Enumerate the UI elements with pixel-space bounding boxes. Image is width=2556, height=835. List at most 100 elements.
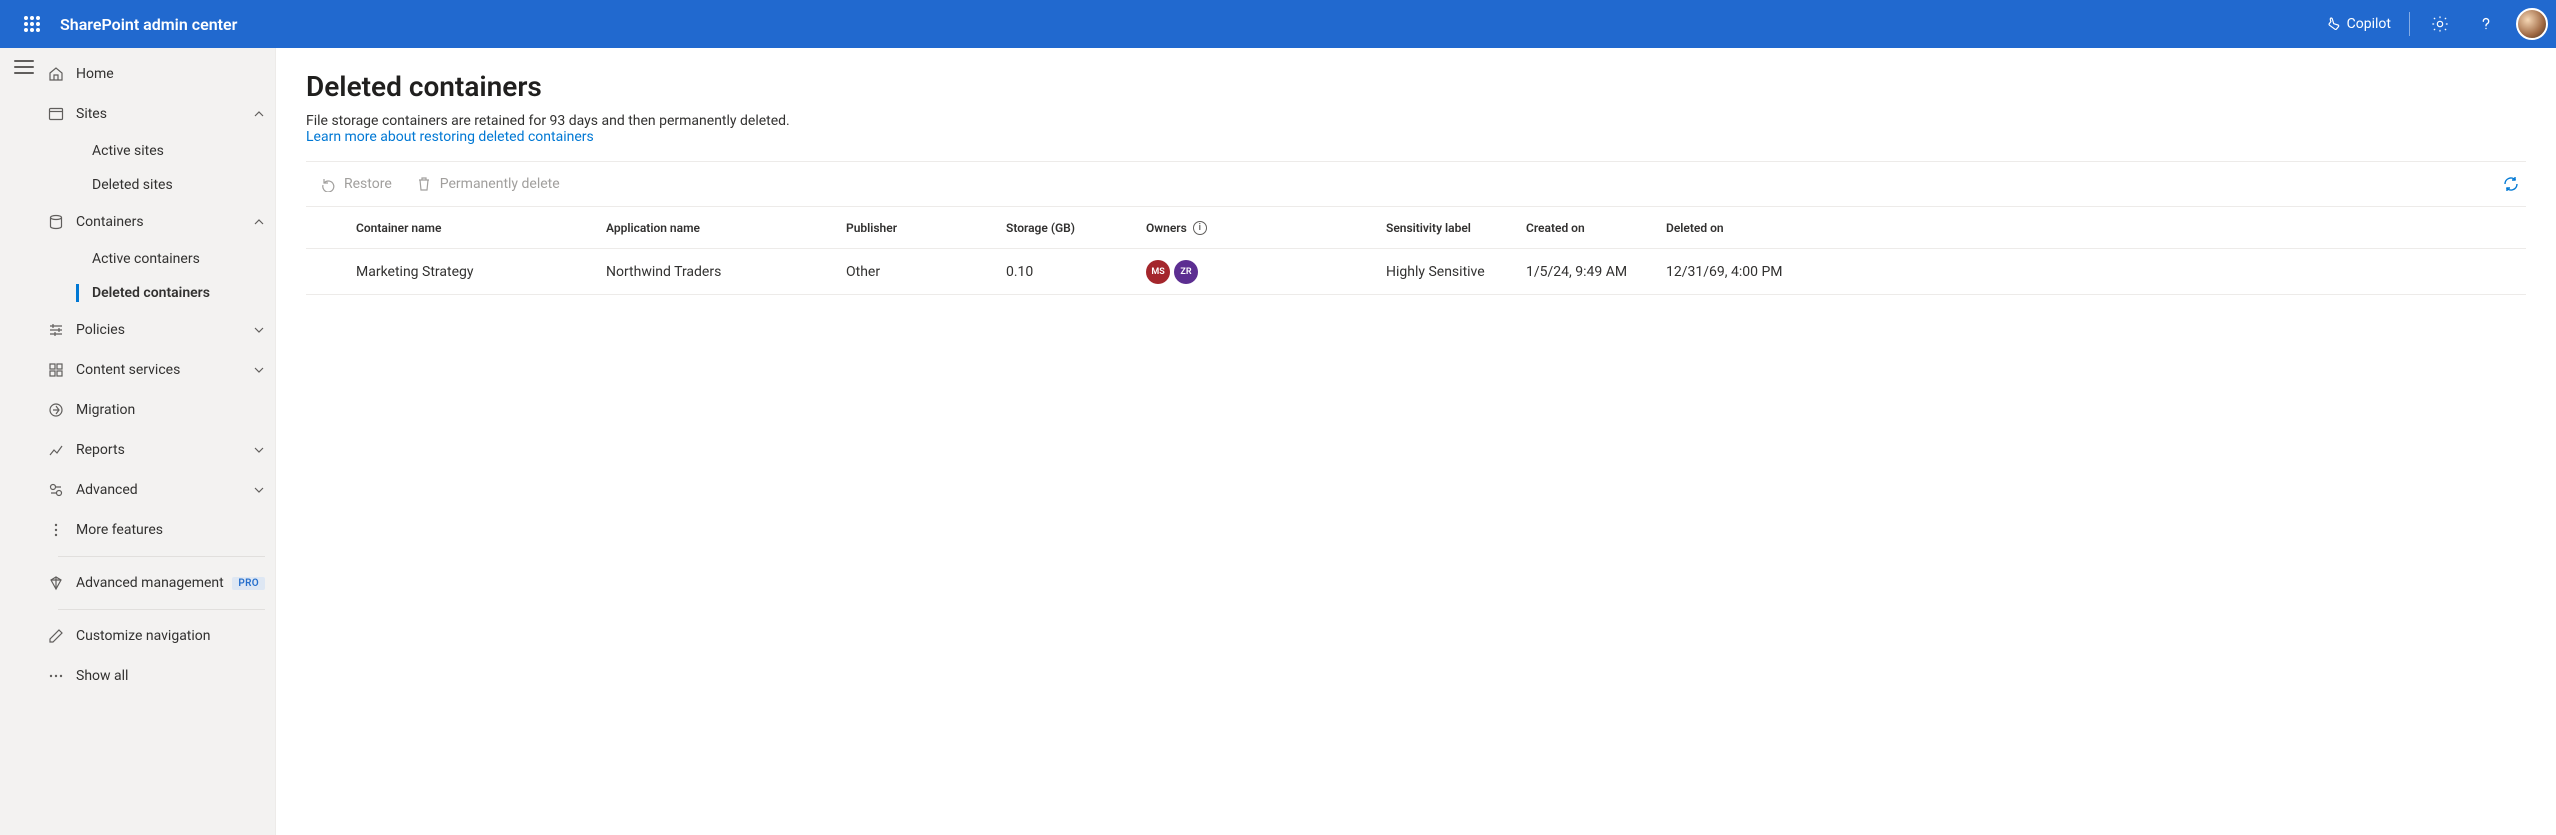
chevron-down-icon	[253, 484, 265, 496]
nav-active-containers[interactable]: Active containers	[48, 242, 275, 276]
restore-label: Restore	[344, 176, 392, 192]
owner-badge: ZR	[1174, 260, 1198, 284]
table-row[interactable]: Marketing Strategy Northwind Traders Oth…	[306, 249, 2526, 295]
col-application-name[interactable]: Application name	[606, 221, 846, 235]
copilot-label: Copilot	[2347, 16, 2391, 32]
nav-advanced[interactable]: Advanced	[48, 470, 275, 510]
cell-container-name: Marketing Strategy	[356, 264, 606, 280]
window-icon	[46, 106, 66, 122]
chevron-down-icon	[253, 324, 265, 336]
nav-show-all[interactable]: Show all	[48, 656, 275, 696]
top-bar: SharePoint admin center Copilot	[0, 0, 2556, 48]
nav-sites[interactable]: Sites	[48, 94, 275, 134]
chevron-down-icon	[253, 364, 265, 376]
nav-deleted-sites-label: Deleted sites	[92, 177, 173, 193]
nav-toggle-button[interactable]	[14, 60, 34, 74]
nav-containers-label: Containers	[76, 214, 253, 230]
nav-migration-label: Migration	[76, 402, 265, 418]
nav-containers[interactable]: Containers	[48, 202, 275, 242]
nav-deleted-sites[interactable]: Deleted sites	[48, 168, 275, 202]
container-icon	[46, 214, 66, 230]
cell-publisher: Other	[846, 264, 1006, 280]
nav-policies[interactable]: Policies	[48, 310, 275, 350]
nav-customize-label: Customize navigation	[76, 628, 265, 644]
policies-icon	[46, 322, 66, 338]
col-created[interactable]: Created on	[1526, 221, 1666, 235]
migration-icon	[46, 402, 66, 418]
info-icon[interactable]: i	[1193, 221, 1207, 235]
containers-table: Container name Application name Publishe…	[306, 206, 2526, 295]
home-icon	[46, 66, 66, 82]
nav-migration[interactable]: Migration	[48, 390, 275, 430]
app-launcher-button[interactable]	[8, 0, 56, 48]
owner-badge: MS	[1146, 260, 1170, 284]
main-content: Deleted containers File storage containe…	[276, 48, 2556, 835]
table-header: Container name Application name Publishe…	[306, 207, 2526, 249]
cell-sensitivity: Highly Sensitive	[1386, 264, 1526, 280]
content-icon	[46, 362, 66, 378]
header-divider	[2409, 12, 2410, 36]
chevron-up-icon	[253, 108, 265, 120]
toolbar: Restore Permanently delete	[306, 162, 2526, 206]
nav-sites-label: Sites	[76, 106, 253, 122]
nav-active-containers-label: Active containers	[92, 251, 200, 267]
nav-deleted-containers[interactable]: Deleted containers	[48, 276, 275, 310]
refresh-button[interactable]	[2496, 169, 2526, 199]
nav-more-features-label: More features	[76, 522, 265, 538]
page-title: Deleted containers	[306, 70, 2526, 103]
nav-content-services-label: Content services	[76, 362, 253, 378]
nav-home[interactable]: Home	[48, 54, 275, 94]
nav-home-label: Home	[76, 66, 265, 82]
cell-created: 1/5/24, 9:49 AM	[1526, 264, 1666, 280]
sidebar-separator	[58, 556, 265, 557]
nav-policies-label: Policies	[76, 322, 253, 338]
more-icon	[46, 522, 66, 538]
nav-deleted-containers-label: Deleted containers	[92, 285, 210, 301]
trash-icon	[416, 176, 432, 192]
restore-icon	[320, 176, 336, 192]
copilot-icon	[2325, 16, 2341, 32]
permanently-delete-button: Permanently delete	[408, 172, 568, 196]
nav-advanced-management-label: Advanced management	[76, 575, 224, 591]
cell-deleted: 12/31/69, 4:00 PM	[1666, 264, 1846, 280]
col-container-name[interactable]: Container name	[356, 221, 606, 235]
learn-more-link[interactable]: Learn more about restoring deleted conta…	[306, 129, 594, 145]
col-storage[interactable]: Storage (GB)	[1006, 221, 1146, 235]
permanently-delete-label: Permanently delete	[440, 176, 560, 192]
help-icon	[2477, 15, 2495, 33]
advanced-icon	[46, 482, 66, 498]
diamond-icon	[46, 575, 66, 591]
nav-more-features[interactable]: More features	[48, 510, 275, 550]
sidebar-separator	[58, 609, 265, 610]
nav-advanced-label: Advanced	[76, 482, 253, 498]
ellipsis-icon	[46, 668, 66, 684]
cell-application-name: Northwind Traders	[606, 264, 846, 280]
col-owners[interactable]: Owners i	[1146, 221, 1386, 235]
page-description: File storage containers are retained for…	[306, 113, 790, 129]
pro-badge: PRO	[232, 577, 265, 590]
reports-icon	[46, 442, 66, 458]
col-publisher[interactable]: Publisher	[846, 221, 1006, 235]
copilot-button[interactable]: Copilot	[2317, 12, 2399, 36]
sidebar: Home Sites Active sites Deleted sites	[48, 48, 276, 835]
restore-button: Restore	[312, 172, 400, 196]
cell-owners: MSZR	[1146, 260, 1386, 284]
nav-active-sites-label: Active sites	[92, 143, 164, 159]
nav-reports[interactable]: Reports	[48, 430, 275, 470]
gear-icon	[2431, 15, 2449, 33]
nav-content-services[interactable]: Content services	[48, 350, 275, 390]
help-button[interactable]	[2466, 0, 2506, 48]
cell-storage: 0.10	[1006, 264, 1146, 280]
col-deleted[interactable]: Deleted on	[1666, 221, 1846, 235]
app-title: SharePoint admin center	[60, 15, 237, 34]
col-sensitivity[interactable]: Sensitivity label	[1386, 221, 1526, 235]
chevron-down-icon	[253, 444, 265, 456]
waffle-icon	[24, 16, 40, 32]
nav-active-sites[interactable]: Active sites	[48, 134, 275, 168]
nav-customize-navigation[interactable]: Customize navigation	[48, 616, 275, 656]
nav-reports-label: Reports	[76, 442, 253, 458]
user-avatar[interactable]	[2516, 8, 2548, 40]
settings-button[interactable]	[2420, 0, 2460, 48]
pencil-icon	[46, 628, 66, 644]
nav-advanced-management[interactable]: Advanced management PRO	[48, 563, 275, 603]
